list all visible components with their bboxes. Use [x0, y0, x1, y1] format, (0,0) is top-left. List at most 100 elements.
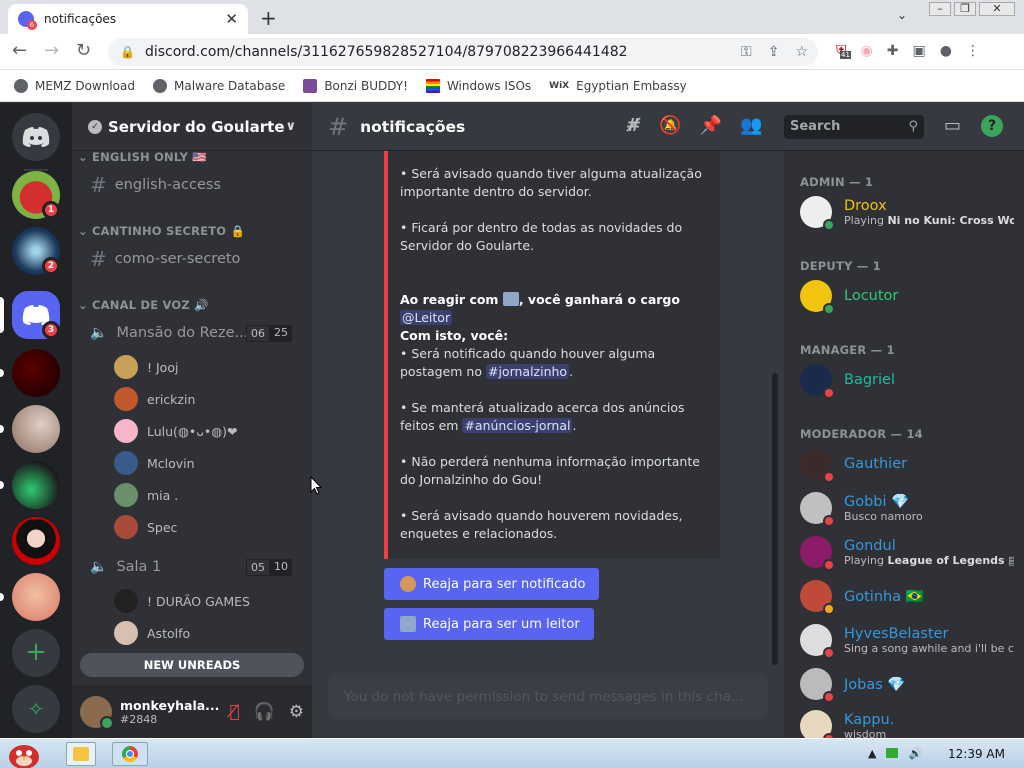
embed-line: • Se manterá atualizado acerca dos anúnc… [400, 400, 685, 433]
bookmark-windows-isos[interactable]: Windows ISOs [425, 78, 531, 93]
member-item[interactable]: DrooxPlaying Ni no Kuni: Cross Worl... [800, 191, 1020, 233]
channel-english-access[interactable]: # english-access [80, 169, 304, 201]
explorer-taskbar-icon[interactable] [66, 742, 96, 766]
network-icon[interactable] [886, 748, 899, 758]
star-icon[interactable]: ☆ [795, 44, 808, 60]
server-header[interactable]: ✓ Servidor do Goularte ∨ [72, 103, 312, 151]
user-avatar[interactable] [80, 695, 114, 730]
voice-user[interactable]: mia . [114, 483, 178, 507]
voice-user[interactable]: Astolfo [114, 621, 190, 645]
member-item[interactable]: Locutor [800, 275, 1020, 317]
notification-mute-icon[interactable]: 🔕 [659, 115, 681, 136]
server-photo-icon[interactable] [12, 405, 60, 453]
key-icon[interactable]: ⚿ [741, 44, 752, 60]
status-online-icon [823, 219, 835, 231]
voice-user-name: erickzin [147, 391, 196, 407]
voice-user[interactable]: erickzin [114, 387, 195, 411]
message-input[interactable]: You do not have permission to send messa… [328, 675, 768, 719]
bookmark-egyptian-embassy[interactable]: WiX Egyptian Embassy [549, 79, 687, 93]
server-anime-icon[interactable] [12, 517, 60, 565]
channel-como-ser-secreto[interactable]: # como-ser-secreto [80, 243, 304, 275]
headphones-icon[interactable]: 🎧 [254, 702, 275, 722]
new-tab-icon[interactable]: + [260, 6, 277, 30]
category-secret[interactable]: ⌄ CANTINHO SECRETO 🔒 [78, 224, 245, 238]
bookmark-label: Egyptian Embassy [576, 78, 687, 93]
reload-icon[interactable]: ↻ [76, 40, 91, 61]
member-list-icon[interactable]: 👥 [740, 115, 762, 136]
avatar [800, 492, 835, 527]
category-english[interactable]: ⌄ ENGLISH ONLY 🇺🇸 [78, 150, 207, 164]
puzzle-icon[interactable]: ✚ [887, 43, 899, 59]
member-item[interactable]: HyvesBelaster Sing a song awhile and i'll… [800, 619, 1020, 661]
new-unreads-button[interactable]: NEW UNREADS [80, 653, 304, 677]
status-dnd-icon [823, 471, 835, 483]
member-item[interactable]: Jobas 💎 [800, 663, 1020, 705]
member-item[interactable]: Gondul Playing League of Legends ▤ [800, 531, 1020, 573]
minimize-icon[interactable]: – [929, 2, 951, 16]
help-icon[interactable]: ? [981, 115, 1004, 137]
member-item[interactable]: Bagriel [800, 359, 1020, 401]
voice-user[interactable]: ! DURÃO GAMES [114, 589, 250, 613]
start-button[interactable] [2, 739, 46, 768]
address-toolbar: ← → ↻ 🔒 discord.com/channels/31162765982… [0, 34, 1024, 70]
voice-channel-mansao[interactable]: 🔈 Mansão do Reze... 06 25 [80, 317, 304, 349]
system-tray: ▲ 🔊 [868, 747, 922, 760]
discord-home-icon[interactable] [12, 113, 60, 161]
react-notified-button[interactable]: Reaja para ser notificado [384, 568, 600, 600]
extension-shield-icon[interactable]: ⛨41 [836, 43, 851, 59]
maximize-icon[interactable]: ❐ [954, 2, 976, 16]
menu-icon[interactable]: ⋮ [966, 43, 980, 59]
category-voice[interactable]: ⌄ CANAL DE VOZ 🔊 [78, 298, 209, 312]
threads-icon[interactable]: #̸ [626, 115, 641, 136]
profile-icon[interactable]: ● [940, 43, 952, 59]
add-server-icon[interactable]: + [12, 629, 60, 677]
chrome-taskbar-icon[interactable] [112, 742, 148, 766]
search-input[interactable]: Search ⚲ [784, 115, 924, 139]
voice-user[interactable]: Spec [114, 515, 177, 539]
sidebar-icon[interactable]: ▣ [912, 43, 925, 59]
react-reader-button[interactable]: Reaja para ser um leitor [384, 608, 594, 640]
settings-gear-icon[interactable]: ⚙ [289, 702, 304, 722]
mute-microphone-icon[interactable]: 🎙̸ [229, 702, 239, 722]
channel-mention-jornalzinho[interactable]: #jornalzinho [485, 364, 570, 379]
avatar [800, 280, 835, 315]
lock-icon[interactable]: 🔒 [120, 45, 135, 59]
member-item[interactable]: Gauthier [800, 443, 1020, 485]
explore-servers-icon[interactable]: ✧ [12, 685, 60, 733]
bookmark-memz[interactable]: MEMZ Download [14, 78, 135, 93]
channel-mention-anuncios[interactable]: #anúncios-jornal [462, 418, 573, 433]
bookmark-malware-db[interactable]: Malware Database [152, 78, 285, 93]
share-icon[interactable]: ⇪ [768, 44, 780, 60]
member-item[interactable]: Gotinha 🇧🇷 [800, 575, 1020, 617]
forward-icon[interactable]: → [44, 40, 59, 61]
url-bar[interactable]: 🔒 discord.com/channels/31162765982852710… [108, 38, 818, 66]
voice-limit: 10 [270, 558, 292, 576]
server-dark-icon[interactable] [12, 349, 60, 397]
newspaper-emoji-icon [502, 292, 519, 306]
back-icon[interactable]: ← [12, 40, 27, 61]
bookmark-bonzi[interactable]: Bonzi BUDDY! [303, 78, 408, 93]
close-tab-icon[interactable]: ✕ [225, 10, 238, 28]
chevron-down-icon[interactable]: ⌄ [897, 8, 907, 22]
extension-badge: 41 [840, 51, 851, 59]
close-window-icon[interactable]: ✕ [979, 2, 1015, 16]
inbox-icon[interactable]: ▭ [944, 115, 961, 137]
role-mention[interactable]: @Leitor [400, 310, 453, 325]
server-portrait-icon[interactable] [12, 573, 60, 621]
voice-user[interactable]: Lulu(◍•ᴗ•◍)❤ [114, 419, 238, 443]
voice-user-name: ! DURÃO GAMES [147, 593, 250, 609]
server-dragon-icon[interactable] [12, 461, 60, 509]
pin-icon[interactable]: 📌 [700, 115, 722, 136]
browser-tab[interactable]: notificações ✕ [8, 4, 248, 34]
extension-flag-icon[interactable]: ◉ [861, 43, 873, 59]
embed-react-line: Ao reagir com , você ganhará o cargo @Le… [400, 291, 715, 345]
voice-user[interactable]: Mclovin [114, 451, 195, 475]
member-item[interactable]: Gobbi 💎 Busco namoro [800, 487, 1020, 529]
chat-scrollbar[interactable] [772, 373, 778, 665]
voice-channel-sala-1[interactable]: 🔈 Sala 1 05 10 [80, 551, 304, 583]
volume-icon[interactable]: 🔊 [908, 747, 922, 760]
clock[interactable]: 12:39 AM [948, 747, 1005, 761]
selected-server-pill [0, 297, 4, 333]
voice-user[interactable]: ! Jooj [114, 355, 178, 379]
tray-expand-icon[interactable]: ▲ [868, 747, 876, 760]
